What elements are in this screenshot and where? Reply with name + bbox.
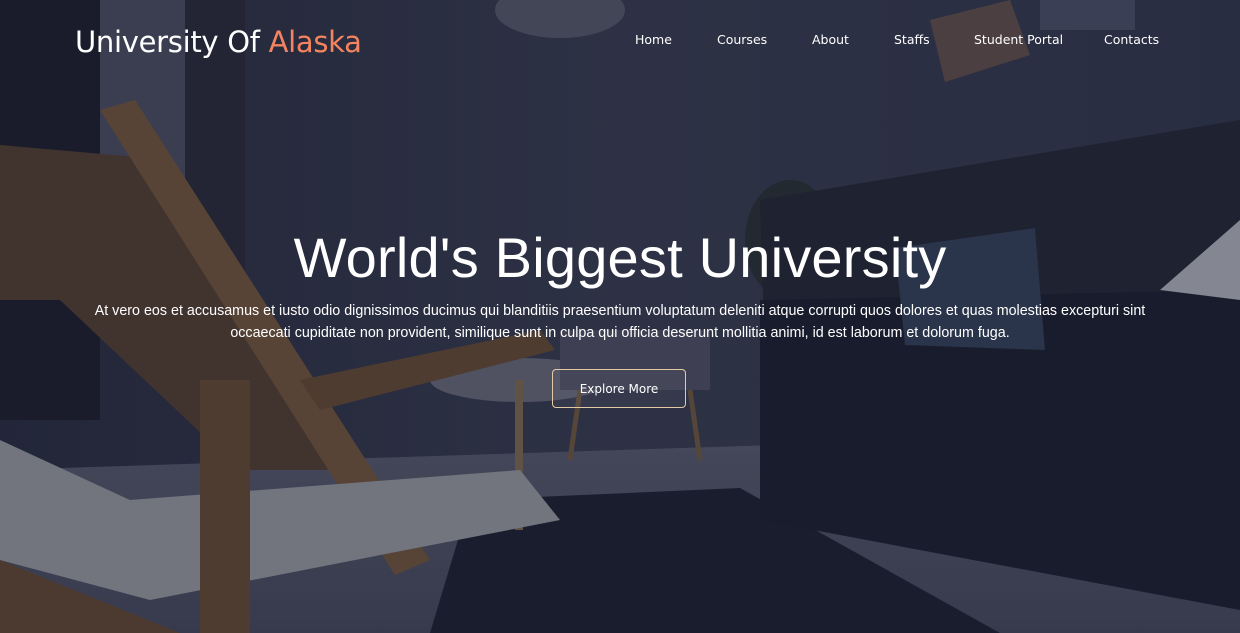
nav-courses[interactable]: Courses xyxy=(717,32,767,48)
nav-about[interactable]: About xyxy=(812,32,849,48)
nav-home[interactable]: Home xyxy=(635,32,672,48)
hero-section: University Of Alaska Home Courses About … xyxy=(0,0,1240,633)
nav-staffs[interactable]: Staffs xyxy=(894,32,930,48)
nav-student-portal[interactable]: Student Portal xyxy=(974,32,1063,48)
hero-description: At vero eos et accusamus et iusto odio d… xyxy=(94,303,1146,341)
explore-more-button[interactable]: Explore More xyxy=(552,369,686,408)
hero-title: World's Biggest University xyxy=(293,226,947,289)
main-nav: Home Courses About Staffs Student Portal… xyxy=(0,32,1240,48)
nav-contacts[interactable]: Contacts xyxy=(1104,32,1159,48)
